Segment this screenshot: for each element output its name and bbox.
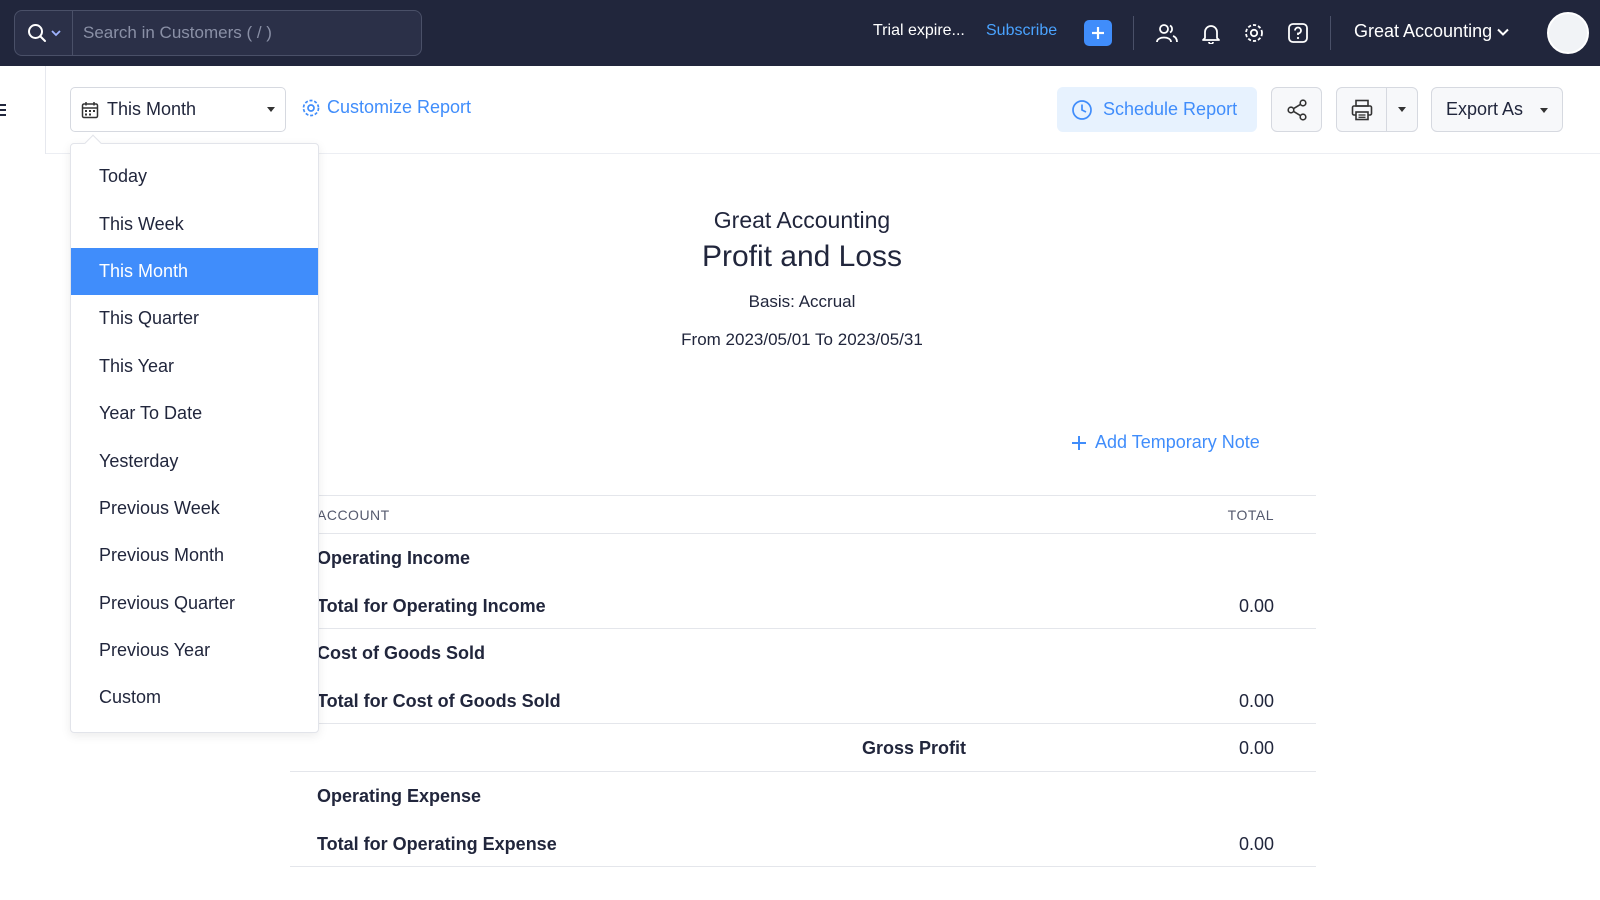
row-total: 0.00 (1238, 833, 1274, 854)
global-search[interactable] (14, 10, 422, 56)
period-option-yesterday[interactable]: Yesterday (71, 437, 318, 484)
schedule-report-label: Schedule Report (1103, 99, 1238, 119)
period-option-this-week[interactable]: This Week (71, 200, 318, 247)
row-account: Total for Operating Expense (317, 833, 557, 854)
divider (1330, 16, 1331, 50)
period-option-previous-week[interactable]: Previous Week (71, 485, 318, 532)
add-temporary-note-label: Add Temporary Note (1095, 432, 1260, 452)
gear-icon (302, 99, 320, 116)
row-total: 0.00 (1238, 738, 1274, 759)
period-option-custom[interactable]: Custom (71, 674, 318, 721)
gear-icon (1245, 24, 1263, 42)
printer-icon (1351, 99, 1372, 120)
period-option-previous-quarter[interactable]: Previous Quarter (71, 580, 318, 627)
subscribe-link[interactable]: Subscribe (986, 22, 1057, 40)
settings-button[interactable] (1241, 20, 1267, 46)
table-row: Total for Operating Expense 0.00 (290, 820, 1316, 868)
organization-switcher[interactable]: Great Accounting (1354, 21, 1509, 42)
top-navbar: Trial expire... Subscribe Great Accounti… (0, 0, 1600, 66)
users-icon (1156, 24, 1178, 43)
period-option-today[interactable]: Today (71, 153, 318, 200)
org-name: Great Accounting (1354, 21, 1493, 41)
table-row-gross-profit: Gross Profit 0.00 (290, 724, 1316, 772)
period-dropdown-menu: Today This Week This Month This Quarter … (70, 134, 319, 733)
menu-icon[interactable] (0, 104, 8, 116)
plus-icon (1072, 435, 1086, 450)
table-row: Cost of Goods Sold (290, 629, 1316, 677)
search-scope-selector[interactable] (15, 11, 73, 55)
clock-icon (1072, 99, 1092, 120)
caret-down-icon (1398, 107, 1406, 112)
table-row: Total for Cost of Goods Sold 0.00 (290, 677, 1316, 725)
profit-loss-table: ACCOUNT TOTAL Operating Income Total for… (290, 495, 1316, 868)
share-icon (1286, 98, 1307, 121)
row-account: Gross Profit (862, 738, 967, 759)
period-option-previous-month[interactable]: Previous Month (71, 532, 318, 579)
row-account: Cost of Goods Sold (317, 643, 485, 664)
users-button[interactable] (1154, 20, 1180, 46)
caret-down-icon (1540, 108, 1548, 113)
period-option-year-to-date[interactable]: Year To Date (71, 390, 318, 437)
caret-down-icon (267, 107, 275, 112)
period-option-this-year[interactable]: This Year (71, 343, 318, 390)
print-options-toggle[interactable] (1387, 88, 1417, 131)
search-input[interactable] (73, 11, 421, 55)
customize-report-button[interactable]: Customize Report (301, 97, 471, 118)
chevron-down-icon (1497, 28, 1509, 36)
period-option-this-quarter[interactable]: This Quarter (71, 295, 318, 342)
notifications-button[interactable] (1198, 20, 1224, 46)
column-header-total: TOTAL (1227, 507, 1274, 523)
row-account: Total for Operating Income (317, 595, 546, 616)
table-row: Operating Expense (290, 772, 1316, 820)
row-account: Total for Cost of Goods Sold (317, 690, 561, 711)
print-button[interactable] (1337, 88, 1387, 131)
column-header-account: ACCOUNT (317, 507, 390, 523)
customize-report-label: Customize Report (327, 97, 472, 117)
period-option-this-month[interactable]: This Month (71, 247, 318, 296)
divider (1133, 16, 1134, 50)
report-period-select[interactable]: This Month (70, 87, 286, 132)
row-total: 0.00 (1238, 595, 1274, 616)
schedule-report-button[interactable]: Schedule Report (1057, 87, 1257, 132)
chevron-down-icon (50, 30, 61, 37)
table-row: Total for Operating Income 0.00 (290, 582, 1316, 630)
trial-status: Trial expire... (873, 22, 965, 39)
search-icon (27, 24, 46, 42)
share-button[interactable] (1271, 87, 1322, 132)
plus-icon (1092, 27, 1104, 39)
period-option-previous-year[interactable]: Previous Year (71, 627, 318, 674)
row-total: 0.00 (1238, 690, 1274, 711)
row-account: Operating Expense (317, 785, 482, 806)
dropdown-pointer (84, 134, 102, 152)
quick-create-button[interactable] (1084, 20, 1112, 46)
period-value: This Month (107, 99, 197, 119)
print-button-group[interactable] (1336, 87, 1418, 132)
help-icon (1288, 23, 1308, 43)
row-account: Operating Income (317, 548, 471, 568)
avatar[interactable] (1547, 12, 1589, 54)
table-row: Operating Income (290, 534, 1316, 582)
table-header: ACCOUNT TOTAL (290, 495, 1316, 534)
add-temporary-note-button[interactable]: Add Temporary Note (1071, 432, 1260, 453)
bell-icon (1202, 25, 1220, 44)
export-as-label: Export As (1446, 99, 1524, 119)
sidebar-collapsed (0, 66, 46, 154)
calendar-icon (81, 101, 99, 118)
export-as-button[interactable]: Export As (1431, 87, 1563, 132)
help-button[interactable] (1285, 20, 1311, 46)
